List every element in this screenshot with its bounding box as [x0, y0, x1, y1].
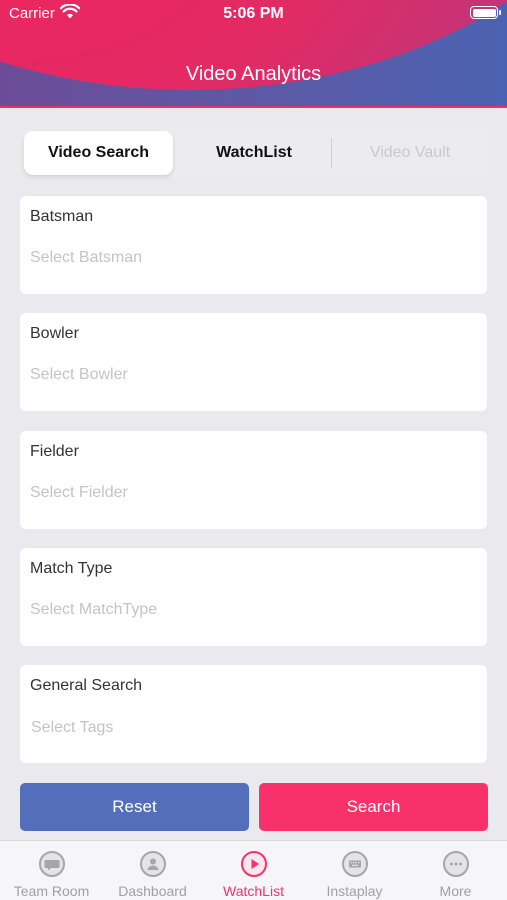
- tab-watchlist-label: WatchList: [223, 883, 284, 899]
- match-type-placeholder: Select MatchType: [30, 601, 158, 618]
- header-divider: [0, 106, 507, 108]
- status-bar: Carrier 5:06 PM: [0, 0, 507, 28]
- battery-icon: [470, 6, 501, 19]
- bowler-label: Bowler: [30, 325, 79, 342]
- user-icon: [139, 851, 166, 877]
- general-search-label: General Search: [30, 677, 143, 694]
- more-dots-icon: [442, 851, 469, 877]
- batsman-field[interactable]: Batsman Select Batsman: [20, 196, 487, 294]
- keyboard-icon: [341, 851, 368, 877]
- segment-watchlist[interactable]: WatchList: [177, 131, 331, 175]
- general-search-field[interactable]: General Search Select Tags: [20, 665, 487, 763]
- segment-video-vault[interactable]: Video Vault: [333, 131, 487, 175]
- bowler-field[interactable]: Bowler Select Bowler: [20, 313, 487, 411]
- tab-dashboard-label: Dashboard: [118, 883, 187, 899]
- batsman-label: Batsman: [30, 208, 94, 225]
- segment-video-search[interactable]: Video Search: [24, 131, 173, 175]
- segmented-control: Video Search WatchList Video Vault: [22, 128, 488, 178]
- match-type-field[interactable]: Match Type Select MatchType: [20, 548, 487, 646]
- status-time: 5:06 PM: [223, 5, 284, 22]
- bowler-placeholder: Select Bowler: [30, 366, 128, 383]
- fielder-label: Fielder: [30, 443, 79, 460]
- tab-watchlist[interactable]: WatchList: [203, 841, 304, 900]
- tab-team-room[interactable]: Team Room: [1, 841, 102, 900]
- tab-instaplay-label: Instaplay: [326, 883, 383, 899]
- tab-instaplay[interactable]: Instaplay: [304, 841, 405, 900]
- play-icon: [240, 851, 267, 877]
- tab-more[interactable]: More: [405, 841, 506, 900]
- match-type-label: Match Type: [30, 560, 113, 577]
- search-button[interactable]: Search: [259, 783, 488, 831]
- reset-button[interactable]: Reset: [20, 783, 249, 831]
- fielder-placeholder: Select Fielder: [30, 484, 128, 501]
- chat-bubble-icon: [38, 851, 65, 877]
- fielder-field[interactable]: Fielder Select Fielder: [20, 431, 487, 529]
- page-title: Video Analytics: [185, 63, 322, 85]
- batsman-placeholder: Select Batsman: [30, 249, 143, 266]
- segment-divider: [331, 138, 332, 168]
- tab-team-room-label: Team Room: [13, 883, 90, 899]
- tab-bar: Team Room Dashboard WatchList Instaplay …: [0, 840, 507, 900]
- tab-more-label: More: [439, 883, 472, 899]
- tab-dashboard[interactable]: Dashboard: [102, 841, 203, 900]
- general-search-placeholder: Select Tags: [31, 719, 114, 736]
